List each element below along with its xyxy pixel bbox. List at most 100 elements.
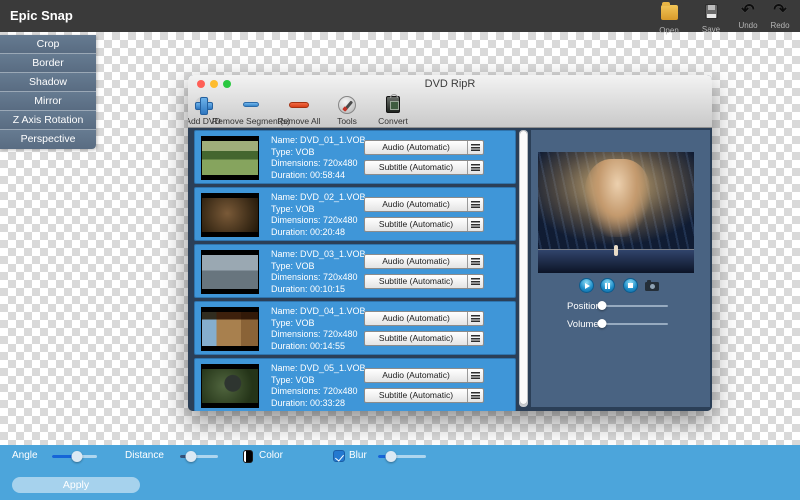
menu-icon — [471, 335, 480, 342]
performer-figure — [614, 245, 618, 256]
redo-label: Redo — [764, 21, 796, 30]
audio-select-value: Audio (Automatic) — [365, 141, 467, 154]
video-thumbnail — [201, 136, 259, 180]
distance-slider[interactable] — [180, 451, 218, 462]
vob-name: Name: DVD_05_1.VOB — [271, 363, 366, 375]
blur-label: Blur — [349, 450, 367, 461]
app-title: Epic Snap — [10, 0, 73, 32]
video-thumbnail — [201, 364, 259, 408]
convert-icon — [386, 96, 400, 113]
convert-button[interactable]: Convert — [348, 93, 438, 126]
subtitle-select-value: Subtitle (Automatic) — [365, 218, 467, 231]
undo-button[interactable]: ↶ Undo — [732, 2, 764, 35]
audio-select[interactable]: Audio (Automatic) — [364, 197, 484, 212]
sidebar-item-crop[interactable]: Crop — [0, 35, 96, 54]
menu-icon — [471, 201, 480, 208]
video-thumbnail — [201, 307, 259, 351]
vob-list-item-2[interactable]: Name: DVD_02_1.VOB Type: VOB Dimensions:… — [194, 187, 516, 241]
position-slider[interactable] — [602, 301, 668, 310]
menu-icon — [471, 315, 480, 322]
vob-name: Name: DVD_04_1.VOB — [271, 306, 366, 318]
vob-dimensions: Dimensions: 720x480 — [271, 272, 366, 284]
blur-slider[interactable] — [378, 451, 426, 462]
folder-icon — [661, 5, 678, 20]
angle-slider-knob[interactable] — [71, 451, 82, 462]
subtitle-select[interactable]: Subtitle (Automatic) — [364, 274, 484, 289]
save-button[interactable]: Save — [690, 2, 732, 35]
vob-duration: Duration: 00:14:55 — [271, 341, 366, 353]
pause-button[interactable] — [600, 278, 615, 293]
color-swatch[interactable] — [243, 450, 253, 463]
vob-metadata: Name: DVD_02_1.VOB Type: VOB Dimensions:… — [271, 192, 366, 238]
floppy-icon — [705, 4, 718, 19]
subtitle-select-value: Subtitle (Automatic) — [365, 161, 467, 174]
vob-list-item-5[interactable]: Name: DVD_05_1.VOB Type: VOB Dimensions:… — [194, 358, 516, 411]
open-label: Open — [648, 26, 690, 35]
scrollbar-thumb[interactable] — [520, 131, 527, 404]
redo-icon: ↷ — [773, 3, 786, 18]
angle-slider[interactable] — [52, 451, 97, 462]
stop-button[interactable] — [623, 278, 638, 293]
sidebar-item-border[interactable]: Border — [0, 54, 96, 73]
position-slider-knob[interactable] — [598, 301, 607, 310]
pause-icon — [605, 283, 607, 289]
app-titlebar: Epic Snap Open Save ↶ Undo ↷ Redo — [0, 0, 800, 32]
subtitle-select[interactable]: Subtitle (Automatic) — [364, 160, 484, 175]
vob-metadata: Name: DVD_05_1.VOB Type: VOB Dimensions:… — [271, 363, 366, 409]
open-button[interactable]: Open — [648, 2, 690, 35]
subtitle-select-value: Subtitle (Automatic) — [365, 332, 467, 345]
vob-list-item-3[interactable]: Name: DVD_03_1.VOB Type: VOB Dimensions:… — [194, 244, 516, 298]
audio-select-value: Audio (Automatic) — [365, 369, 467, 382]
subtitle-select-value: Subtitle (Automatic) — [365, 275, 467, 288]
apply-button[interactable]: Apply — [12, 477, 140, 493]
distance-label: Distance — [125, 450, 164, 461]
vob-metadata: Name: DVD_01_1.VOB Type: VOB Dimensions:… — [271, 135, 366, 181]
vob-list-item-4[interactable]: Name: DVD_04_1.VOB Type: VOB Dimensions:… — [194, 301, 516, 355]
menu-icon — [471, 164, 480, 171]
volume-slider-knob[interactable] — [598, 319, 607, 328]
subtitle-select-value: Subtitle (Automatic) — [365, 389, 467, 402]
position-label: Position — [567, 301, 601, 312]
window-header: DVD RipR Add DVD Remove Segment(s) Remov… — [188, 75, 712, 128]
vob-name: Name: DVD_01_1.VOB — [271, 135, 366, 147]
sidebar-item-z-axis-rotation[interactable]: Z Axis Rotation — [0, 111, 96, 130]
menu-icon — [471, 144, 480, 151]
sidebar-item-mirror[interactable]: Mirror — [0, 92, 96, 111]
undo-icon: ↶ — [741, 3, 754, 18]
audio-select[interactable]: Audio (Automatic) — [364, 140, 484, 155]
audio-select-value: Audio (Automatic) — [365, 198, 467, 211]
vob-list-item-1[interactable]: Name: DVD_01_1.VOB Type: VOB Dimensions:… — [194, 130, 516, 184]
redo-button[interactable]: ↷ Redo — [764, 2, 796, 35]
distance-slider-knob[interactable] — [185, 451, 196, 462]
list-scrollbar[interactable] — [519, 130, 528, 407]
preview-panel: Position Volume — [531, 130, 710, 407]
blur-checkbox[interactable] — [333, 450, 345, 462]
vob-type: Type: VOB — [271, 204, 366, 216]
convert-label: Convert — [348, 116, 438, 126]
sidebar-item-perspective[interactable]: Perspective — [0, 130, 96, 149]
audio-select[interactable]: Audio (Automatic) — [364, 254, 484, 269]
blur-slider-knob[interactable] — [386, 451, 397, 462]
menu-icon — [471, 392, 480, 399]
subtitle-select[interactable]: Subtitle (Automatic) — [364, 388, 484, 403]
video-preview[interactable] — [538, 152, 694, 273]
volume-slider[interactable] — [602, 319, 668, 328]
subtitle-select[interactable]: Subtitle (Automatic) — [364, 217, 484, 232]
transparency-canvas: Crop Border Shadow Mirror Z Axis Rotatio… — [0, 32, 800, 445]
subtitle-select[interactable]: Subtitle (Automatic) — [364, 331, 484, 346]
video-thumbnail — [201, 250, 259, 294]
vob-type: Type: VOB — [271, 375, 366, 387]
audio-select[interactable]: Audio (Automatic) — [364, 368, 484, 383]
snapshot-icon[interactable] — [645, 282, 659, 291]
vob-duration: Duration: 00:58:44 — [271, 170, 366, 182]
app-toolbar: Open Save ↶ Undo ↷ Redo — [648, 2, 796, 35]
audio-select[interactable]: Audio (Automatic) — [364, 311, 484, 326]
menu-icon — [471, 258, 480, 265]
menu-icon — [471, 372, 480, 379]
sidebar-item-shadow[interactable]: Shadow — [0, 73, 96, 92]
dvd-ripr-window[interactable]: DVD RipR Add DVD Remove Segment(s) Remov… — [188, 75, 712, 411]
menu-icon — [471, 278, 480, 285]
undo-label: Undo — [732, 21, 764, 30]
vob-type: Type: VOB — [271, 147, 366, 159]
play-button[interactable] — [579, 278, 594, 293]
